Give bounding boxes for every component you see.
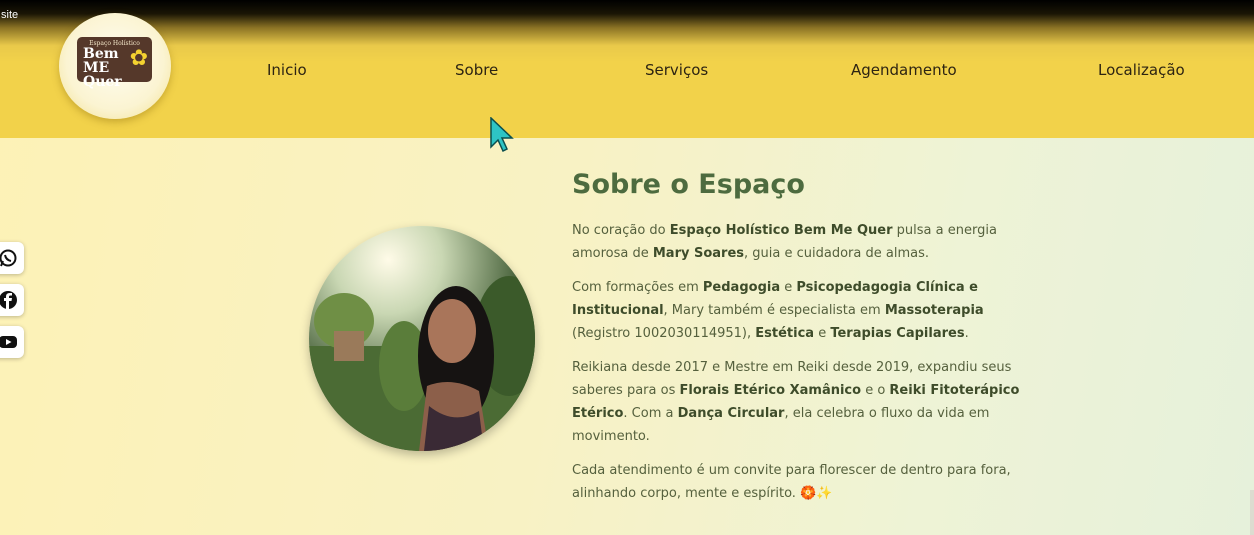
youtube-icon bbox=[0, 336, 17, 348]
top-navbar bbox=[0, 0, 1254, 138]
about-paragraph-4: Cada atendimento é um convite para flore… bbox=[572, 463, 1011, 501]
nav-localizacao[interactable]: Localização bbox=[1098, 61, 1185, 79]
site-logo[interactable]: Espaço Holístico Bem ME Quer ✿ bbox=[59, 13, 171, 119]
nav-inicio[interactable]: Inicio bbox=[267, 61, 307, 79]
facebook-icon bbox=[0, 291, 17, 309]
logo-plate: Espaço Holístico Bem ME Quer ✿ bbox=[77, 37, 152, 89]
mouse-cursor-icon bbox=[490, 117, 514, 153]
window-title-fragment: site bbox=[1, 9, 19, 21]
nav-agendamento[interactable]: Agendamento bbox=[851, 61, 957, 79]
nav-servicos[interactable]: Serviços bbox=[645, 61, 708, 79]
about-paragraph-2: Com formações em Pedagogia e Psicopedago… bbox=[572, 280, 984, 341]
facebook-button[interactable] bbox=[0, 284, 24, 316]
page-title: Sobre o Espaço bbox=[572, 169, 805, 200]
whatsapp-icon bbox=[0, 249, 17, 267]
whatsapp-button[interactable] bbox=[0, 242, 24, 274]
page-scrollbar[interactable] bbox=[1250, 490, 1254, 535]
about-paragraph-1: No coração do Espaço Holístico Bem Me Qu… bbox=[572, 223, 997, 261]
nav-sobre[interactable]: Sobre bbox=[455, 61, 498, 79]
mary-soares-photo bbox=[309, 226, 535, 451]
flower-sparkle-icon: 🏵️✨ bbox=[800, 486, 833, 501]
daisy-icon: ✿ bbox=[129, 46, 148, 71]
youtube-button[interactable] bbox=[0, 326, 24, 358]
about-paragraph-3: Reikiana desde 2017 e Mestre em Reiki de… bbox=[572, 360, 1020, 444]
about-section: Sobre o Espaço No coração do Espaço Holí… bbox=[572, 167, 1032, 501]
